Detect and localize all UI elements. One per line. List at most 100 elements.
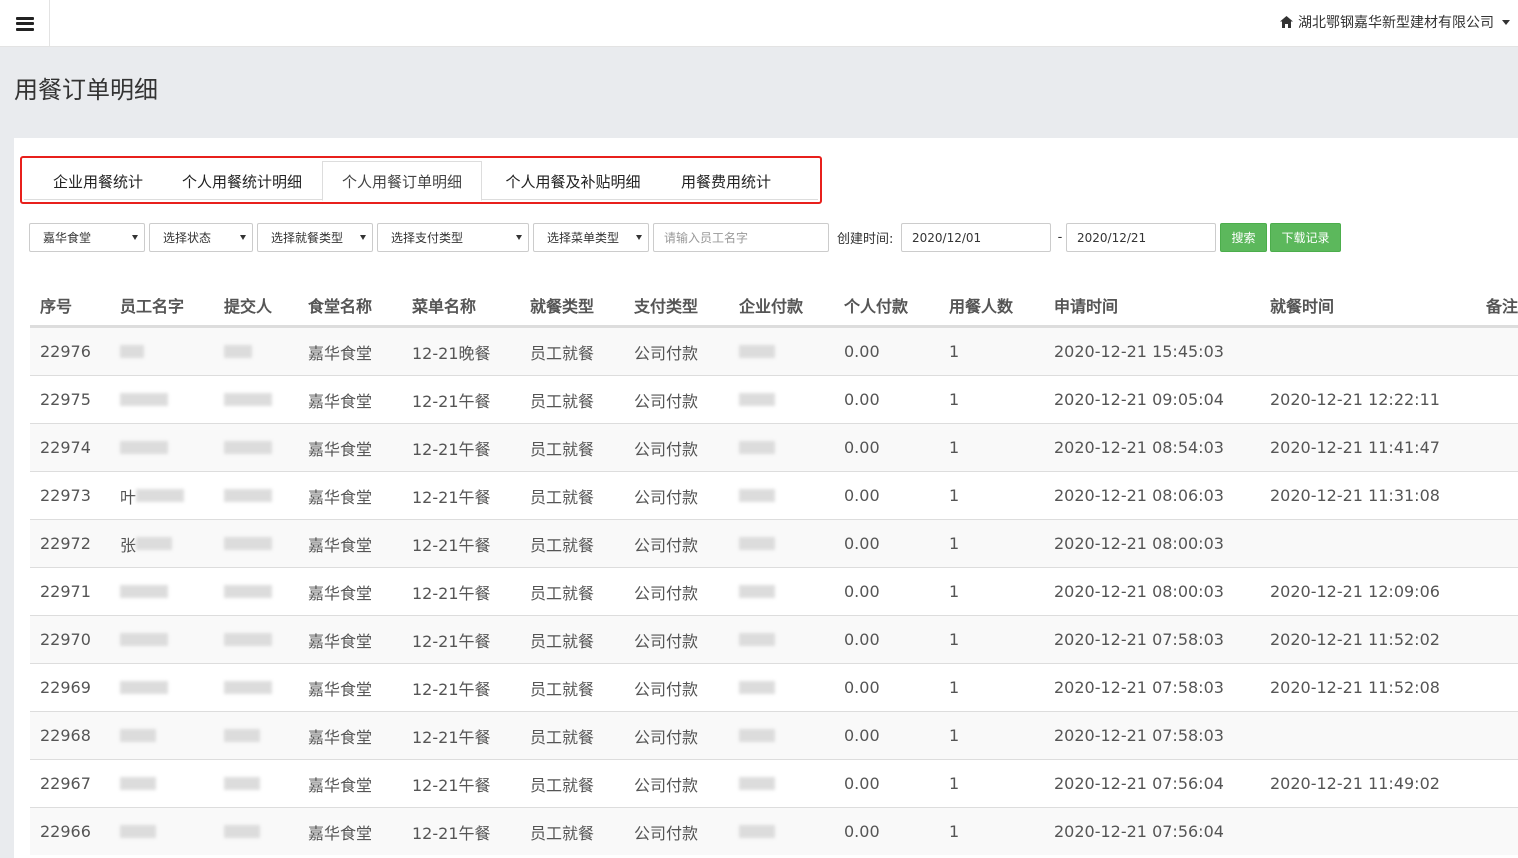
cell-company-pay	[739, 472, 775, 519]
menu-type-select[interactable]: 选择菜单类型	[533, 223, 649, 252]
canteen-select[interactable]: 嘉华食堂	[29, 223, 145, 252]
redacted-value	[136, 489, 185, 502]
cell-id: 22968	[40, 726, 91, 745]
cell-employee-name	[120, 424, 168, 471]
col-header-company-pay[interactable]: 企业付款	[739, 285, 803, 325]
pay-type-select-value: 选择支付类型	[391, 231, 464, 245]
redacted-value	[739, 633, 775, 646]
table-row[interactable]: 22971 嘉华食堂 12-21午餐 员工就餐 公司付款 0.00 1 2020-12-21 …	[30, 567, 1518, 615]
cell-pay-type: 公司付款	[634, 823, 699, 843]
col-header-pay-type[interactable]: 支付类型	[634, 285, 698, 325]
redacted-value	[120, 393, 168, 406]
cell-employee-name	[120, 328, 144, 375]
table-row[interactable]: 22974 嘉华食堂 12-21午餐 员工就餐 公司付款 0.00 1 2020-12-21 …	[30, 423, 1518, 471]
cell-pay-type: 公司付款	[634, 679, 699, 699]
col-header-meal-time[interactable]: 就餐时间	[1270, 285, 1334, 325]
col-header-personal-pay[interactable]: 个人付款	[844, 285, 908, 325]
col-header-meal-type[interactable]: 就餐类型	[530, 285, 594, 325]
redacted-value	[739, 729, 775, 742]
cell-menu: 12-21午餐	[412, 727, 491, 747]
cell-apply-time: 2020-12-21 08:00:03	[1054, 534, 1224, 553]
redacted-value	[224, 537, 272, 550]
select-arrow-icon	[132, 235, 138, 240]
col-header-remarks[interactable]: 备注	[1486, 285, 1518, 325]
cell-meal-time: 2020-12-21 11:49:02	[1270, 774, 1440, 793]
date-from-input[interactable]	[901, 223, 1051, 252]
date-separator: -	[1057, 230, 1063, 245]
redacted-value	[120, 585, 168, 598]
redacted-value	[739, 825, 775, 838]
cell-meal-time: 2020-12-21 12:22:11	[1270, 390, 1440, 409]
redacted-value	[120, 633, 168, 646]
table-row[interactable]: 22966 嘉华食堂 12-21午餐 员工就餐 公司付款 0.00 1 2020-12-21 …	[30, 807, 1518, 855]
cell-menu: 12-21午餐	[412, 535, 491, 555]
tab-bar: 企业用餐统计 个人用餐统计明细 个人用餐订单明细 个人用餐及补贴明细 用餐费用统…	[20, 156, 822, 204]
employee-name-input[interactable]	[653, 223, 829, 252]
col-header-canteen[interactable]: 食堂名称	[308, 285, 372, 325]
cell-canteen: 嘉华食堂	[308, 775, 373, 795]
table-row[interactable]: 22973 叶 嘉华食堂 12-21午餐 员工就餐 公司付款 0.00 1 2020-12-21…	[30, 471, 1518, 519]
cell-submitter	[224, 760, 260, 807]
redacted-value	[224, 345, 252, 358]
meal-type-select-value: 选择就餐类型	[271, 231, 344, 245]
status-select-value: 选择状态	[163, 231, 212, 245]
cell-canteen: 嘉华食堂	[308, 487, 373, 507]
cell-submitter	[224, 712, 260, 759]
tab-personal-subsidy-detail[interactable]: 个人用餐及补贴明细	[492, 161, 654, 201]
col-header-apply-time[interactable]: 申请时间	[1054, 285, 1118, 325]
cell-employee-name	[120, 616, 168, 663]
tab-personal-order-detail[interactable]: 个人用餐订单明细	[322, 161, 482, 201]
content-panel: 企业用餐统计 个人用餐统计明细 个人用餐订单明细 个人用餐及补贴明细 用餐费用统…	[14, 138, 1518, 858]
cell-meal-type: 员工就餐	[530, 487, 595, 507]
redacted-value	[224, 681, 272, 694]
cell-diners: 1	[949, 678, 960, 697]
col-header-diners[interactable]: 用餐人数	[949, 285, 1013, 325]
redacted-value	[224, 777, 260, 790]
cell-company-pay	[739, 328, 775, 375]
menu-toggle-button[interactable]	[0, 0, 50, 47]
tab-enterprise-stats[interactable]: 企业用餐统计	[38, 161, 158, 201]
table-row[interactable]: 22976 嘉华食堂 12-21晚餐 员工就餐 公司付款 0.00 1 2020-12-21 …	[30, 327, 1518, 375]
cell-employee-name	[120, 760, 156, 807]
col-header-menu[interactable]: 菜单名称	[412, 285, 476, 325]
tab-meal-cost-stats[interactable]: 用餐费用统计	[670, 161, 782, 201]
table-row[interactable]: 22967 嘉华食堂 12-21午餐 员工就餐 公司付款 0.00 1 2020-12-21 …	[30, 759, 1518, 807]
table-row[interactable]: 22972 张 嘉华食堂 12-21午餐 员工就餐 公司付款 0.00 1 2020-12-21…	[30, 519, 1518, 567]
table-row[interactable]: 22975 嘉华食堂 12-21午餐 员工就餐 公司付款 0.00 1 2020-12-21 …	[30, 375, 1518, 423]
cell-menu: 12-21午餐	[412, 391, 491, 411]
cell-meal-type: 员工就餐	[530, 775, 595, 795]
table-row[interactable]: 22969 嘉华食堂 12-21午餐 员工就餐 公司付款 0.00 1 2020-12-21 …	[30, 663, 1518, 711]
cell-submitter	[224, 328, 252, 375]
col-header-id[interactable]: 序号	[40, 285, 72, 325]
cell-submitter	[224, 616, 272, 663]
tab-personal-stats-detail[interactable]: 个人用餐统计明细	[168, 161, 316, 201]
cell-diners: 1	[949, 438, 960, 457]
status-select[interactable]: 选择状态	[149, 223, 253, 252]
meal-type-select[interactable]: 选择就餐类型	[257, 223, 373, 252]
redacted-value	[120, 777, 156, 790]
cell-apply-time: 2020-12-21 08:00:03	[1054, 582, 1224, 601]
cell-canteen: 嘉华食堂	[308, 391, 373, 411]
table-row[interactable]: 22968 嘉华食堂 12-21午餐 员工就餐 公司付款 0.00 1 2020-12-21 …	[30, 711, 1518, 759]
redacted-value	[739, 537, 775, 550]
search-button[interactable]: 搜索	[1220, 223, 1267, 252]
cell-menu: 12-21午餐	[412, 583, 491, 603]
cell-apply-time: 2020-12-21 07:58:03	[1054, 726, 1224, 745]
company-dropdown[interactable]: 湖北鄂钢嘉华新型建材有限公司	[1280, 0, 1510, 44]
download-records-button[interactable]: 下载记录	[1270, 223, 1341, 252]
cell-pay-type: 公司付款	[634, 487, 699, 507]
cell-id: 22972	[40, 534, 91, 553]
cell-diners: 1	[949, 342, 960, 361]
redacted-value	[136, 537, 173, 550]
table-row[interactable]: 22970 嘉华食堂 12-21午餐 员工就餐 公司付款 0.00 1 2020-12-21 …	[30, 615, 1518, 663]
cell-canteen: 嘉华食堂	[308, 439, 373, 459]
cell-meal-type: 员工就餐	[530, 439, 595, 459]
cell-pay-type: 公司付款	[634, 583, 699, 603]
redacted-value	[224, 825, 260, 838]
cell-submitter	[224, 520, 272, 567]
page-title: 用餐订单明细	[14, 76, 158, 104]
date-to-input[interactable]	[1066, 223, 1216, 252]
pay-type-select[interactable]: 选择支付类型	[377, 223, 529, 252]
col-header-employee[interactable]: 员工名字	[120, 285, 184, 325]
col-header-submitter[interactable]: 提交人	[224, 285, 272, 325]
